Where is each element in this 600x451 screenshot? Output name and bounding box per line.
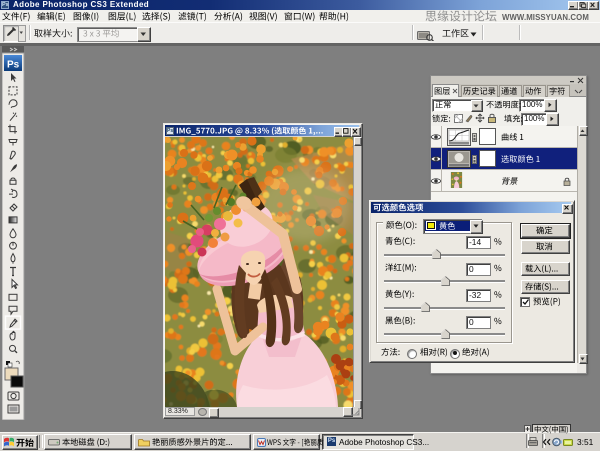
svg-text:Ps: Ps (7, 60, 20, 71)
